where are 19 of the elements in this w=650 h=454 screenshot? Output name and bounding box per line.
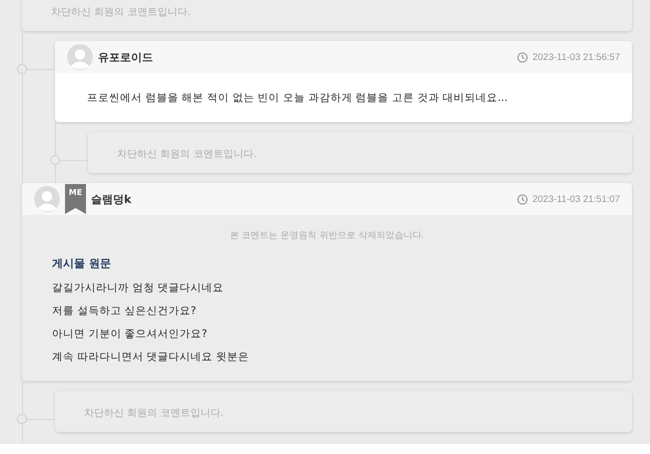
blocked-notice: 차단하신 회원의 코멘트입니다. [51,7,191,18]
blocked-notice: 차단하신 회원의 코멘트입니다. [84,408,224,419]
clock-icon [517,194,528,204]
me-badge: ME [65,184,86,214]
deleted-notice: 본 코멘트는 운영원칙 위반으로 삭제되었습니다. [228,230,426,242]
avatar-icon [34,186,60,212]
blocked-notice: 차단하신 회원의 코멘트입니다. [117,149,257,160]
clock-icon [517,52,528,62]
avatar-icon [67,44,93,70]
author-name[interactable]: 슬램덩k [91,192,132,206]
comment-text: 저를 설득하고 싶은신건가요? [52,304,198,319]
comment-text: 프로씬에서 럼블을 해본 적이 없는 빈이 오늘 과감하게 럼블을 고른 것과 대비되네요... [86,91,509,106]
comment-text: 아니면 기분이 좋으셔서인가요? [52,327,208,342]
comment-text: 갈길가시라니까 엄청 댓글다시네요 [52,281,225,296]
comment-time: 2023-11-03 21:56:57 [532,52,620,62]
author-name[interactable]: 유포로이드 [98,50,153,64]
original-post-title: 게시물 원문 [52,256,112,271]
comment-text: 계속 따라다니면서 댓글다시네요 윗분은 [52,350,250,365]
comment-time: 2023-11-03 21:51:07 [532,194,620,204]
